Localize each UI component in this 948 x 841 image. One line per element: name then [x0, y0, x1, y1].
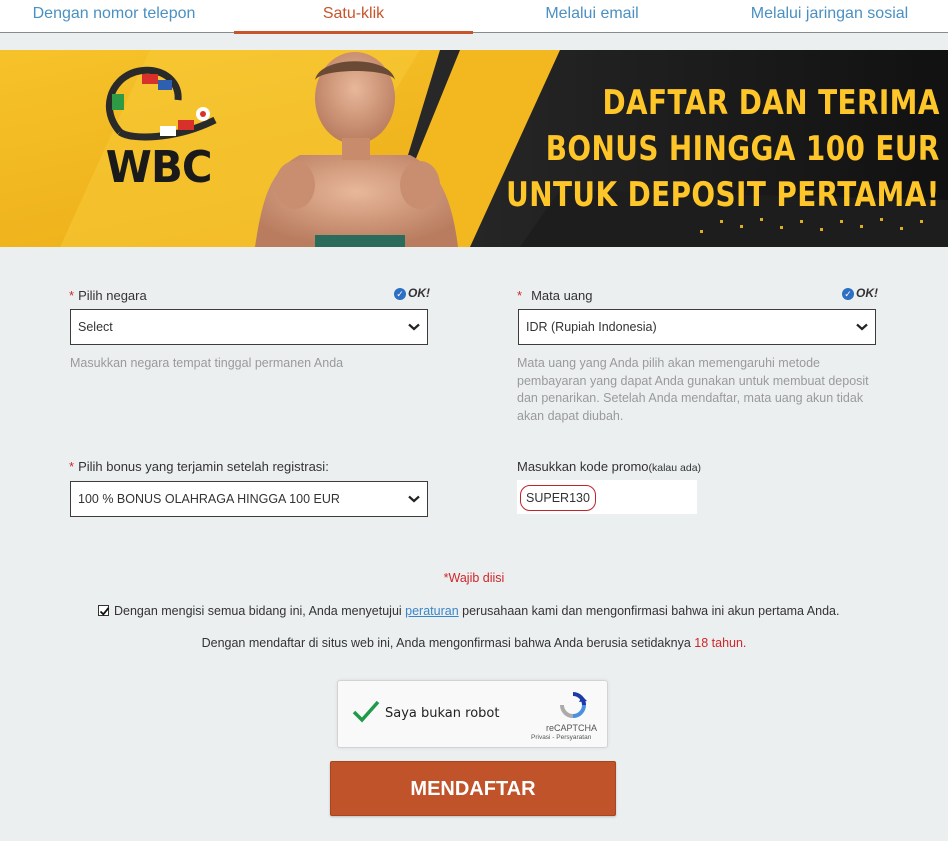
- required-note: *Wajib diisi: [443, 571, 505, 585]
- recaptcha-brand: reCAPTCHA: [546, 723, 598, 733]
- green-checkmark-icon[interactable]: [352, 699, 380, 723]
- tab-one-click[interactable]: Satu-klik: [234, 0, 473, 34]
- required-mark: *: [69, 459, 75, 474]
- currency-ok-badge: ✓ OK!: [842, 286, 878, 300]
- recaptcha-logo-icon: [560, 692, 587, 718]
- promo-label: Masukkan kode promo(kalau ada): [517, 459, 701, 474]
- banner-headline: DAFTAR DAN TERIMA BONUS HINGGA 100 EUR U…: [506, 80, 940, 218]
- terms-agreement: Dengan mengisi semua bidang ini, Anda me…: [98, 604, 839, 618]
- required-mark: *: [69, 288, 75, 303]
- currency-select-value: IDR (Rupiah Indonesia): [526, 320, 657, 334]
- age-confirmation: Dengan mendaftar di situs web ini, Anda …: [0, 636, 948, 650]
- bonus-label: * Pilih bonus yang terjamin setelah regis…: [69, 459, 329, 474]
- currency-ok-text: OK!: [856, 286, 878, 300]
- country-select-value: Select: [78, 320, 113, 334]
- bonus-select-value: 100 % BONUS OLAHRAGA HINGGA 100 EUR: [78, 492, 340, 506]
- bonus-select[interactable]: 100 % BONUS OLAHRAGA HINGGA 100 EUR: [70, 481, 428, 517]
- promo-label-suffix: (kalau ada): [648, 462, 702, 474]
- age-text: Dengan mendaftar di situs web ini, Anda …: [201, 636, 695, 650]
- captcha-label: Saya bukan robot: [385, 706, 500, 721]
- register-button[interactable]: MENDAFTAR: [330, 761, 616, 816]
- required-mark: *: [517, 288, 523, 303]
- country-ok-badge: ✓ OK!: [394, 286, 430, 300]
- promo-code-input[interactable]: SUPER130: [517, 480, 697, 514]
- chevron-down-icon: [408, 495, 420, 503]
- currency-hint: Mata uang yang Anda pilih akan memengaru…: [517, 356, 869, 423]
- tab-social[interactable]: Melalui jaringan sosial: [711, 0, 948, 33]
- wbc-logo: WBC: [105, 142, 213, 193]
- check-circle-icon: ✓: [394, 288, 406, 300]
- bonus-label-text: Pilih bonus yang terjamin setelah regist…: [78, 459, 329, 474]
- currency-select[interactable]: IDR (Rupiah Indonesia): [518, 309, 876, 345]
- promo-label-text: Masukkan kode promo: [517, 459, 649, 474]
- currency-label-text: Mata uang: [531, 288, 593, 303]
- terms-text-before: Dengan mengisi semua bidang ini, Anda me…: [114, 604, 406, 618]
- promo-banner: WBC DAFTAR DAN TERIMA BONUS HINGGA 100 E…: [0, 50, 948, 247]
- country-select[interactable]: Select: [70, 309, 428, 345]
- checkmark-icon: [99, 607, 110, 616]
- terms-checkbox[interactable]: [98, 605, 110, 616]
- promo-code-value: SUPER130: [520, 485, 596, 511]
- terms-link[interactable]: peraturan: [405, 604, 459, 618]
- tab-email[interactable]: Melalui email: [473, 0, 711, 33]
- recaptcha-widget[interactable]: Saya bukan robot reCAPTCHA Privasi - Per…: [337, 680, 608, 748]
- country-ok-text: OK!: [408, 286, 430, 300]
- headline-line-1: DAFTAR DAN TERIMA: [602, 83, 940, 123]
- chevron-down-icon: [856, 323, 868, 331]
- country-label: * Pilih negara: [69, 288, 147, 303]
- registration-tabs: Dengan nomor telepon Satu-klik Melalui e…: [0, 0, 948, 34]
- headline-line-3: UNTUK DEPOSIT PERTAMA!: [506, 175, 940, 215]
- recaptcha-terms[interactable]: Privasi - Persyaratan: [531, 734, 591, 741]
- currency-label: * Mata uang: [517, 288, 593, 303]
- age-highlight: 18 tahun.: [694, 636, 747, 650]
- check-circle-icon: ✓: [842, 288, 854, 300]
- headline-line-2: BONUS HINGGA 100 EUR: [545, 129, 940, 169]
- terms-text-after: perusahaan kami dan mengonfirmasi bahwa …: [458, 604, 840, 618]
- country-label-text: Pilih negara: [78, 288, 147, 303]
- tab-phone[interactable]: Dengan nomor telepon: [0, 0, 228, 33]
- country-hint: Masukkan negara tempat tinggal permanen …: [70, 356, 344, 370]
- chevron-down-icon: [408, 323, 420, 331]
